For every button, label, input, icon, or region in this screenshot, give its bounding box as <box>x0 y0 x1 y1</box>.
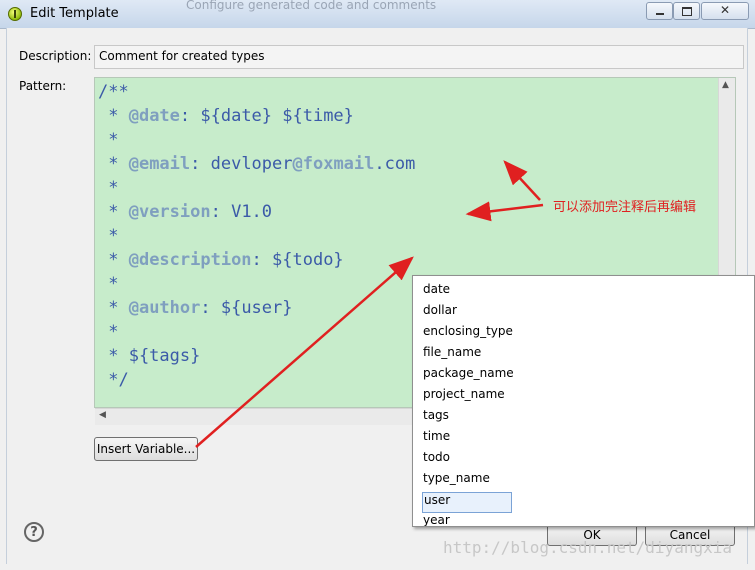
annotation-arrows <box>195 160 544 448</box>
watermark: http://blog.csdn.net/diyangxia <box>443 538 732 557</box>
arrow-to-version <box>465 201 544 222</box>
arrow-to-email <box>503 160 541 201</box>
arrow-to-description <box>195 256 414 448</box>
annotation-note: 可以添加完注释后再编辑 <box>553 200 697 215</box>
